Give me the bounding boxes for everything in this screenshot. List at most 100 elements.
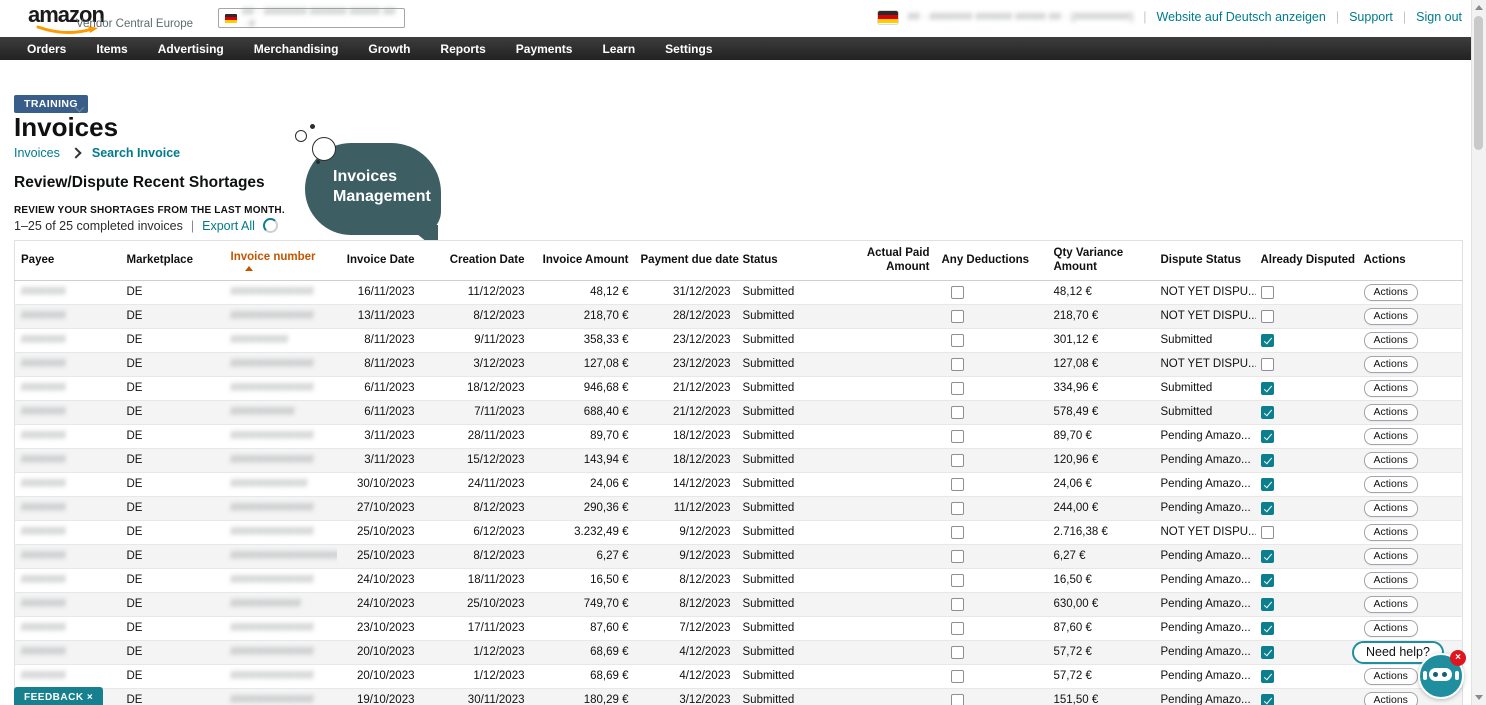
already-disputed-checkbox[interactable] <box>1261 574 1274 587</box>
feedback-button[interactable]: FEEDBACK × <box>14 687 103 705</box>
any-deductions-checkbox[interactable] <box>951 502 964 515</box>
any-deductions-checkbox[interactable] <box>951 406 964 419</box>
any-deductions-checkbox[interactable] <box>951 358 964 371</box>
payment-due-date-cell: 18/12/2023 <box>635 424 737 448</box>
col-any-deductions[interactable]: Any Deductions <box>936 241 1049 281</box>
already-disputed-checkbox[interactable] <box>1261 358 1274 371</box>
col-payment-due-date[interactable]: Payment due date <box>635 241 737 281</box>
sort-ascending-icon <box>245 266 253 271</box>
actual-paid-cell <box>861 448 936 472</box>
row-actions-button[interactable]: Actions <box>1364 428 1418 445</box>
any-deductions-checkbox[interactable] <box>951 310 964 323</box>
col-marketplace[interactable]: Marketplace <box>121 241 225 281</box>
invoice-amount-cell: 68,69 € <box>531 664 635 688</box>
col-payee[interactable]: Payee <box>15 241 121 281</box>
nav-reports[interactable]: Reports <box>425 42 500 56</box>
row-actions-button[interactable]: Actions <box>1364 308 1418 325</box>
any-deductions-checkbox[interactable] <box>951 598 964 611</box>
any-deductions-checkbox[interactable] <box>951 382 964 395</box>
row-actions-button[interactable]: Actions <box>1364 548 1418 565</box>
training-chevron-icon[interactable] <box>76 98 83 105</box>
col-qty-variance-amount[interactable]: Qty Variance Amount <box>1049 241 1156 281</box>
already-disputed-checkbox[interactable] <box>1261 622 1274 635</box>
already-disputed-checkbox[interactable] <box>1261 670 1274 683</box>
row-actions-button[interactable]: Actions <box>1364 500 1418 517</box>
already-disputed-checkbox[interactable] <box>1261 454 1274 467</box>
row-actions-button[interactable]: Actions <box>1364 404 1418 421</box>
already-disputed-checkbox[interactable] <box>1261 430 1274 443</box>
row-actions-button[interactable]: Actions <box>1364 476 1418 493</box>
row-actions-button[interactable]: Actions <box>1364 596 1418 613</box>
nav-advertising[interactable]: Advertising <box>143 42 239 56</box>
already-disputed-checkbox[interactable] <box>1261 550 1274 563</box>
export-all-link[interactable]: Export All <box>202 219 255 233</box>
col-invoice-date[interactable]: Invoice Date <box>337 241 421 281</box>
account-selector[interactable]: ## · ####### ###### ##### ## · # <box>218 8 405 28</box>
col-actions[interactable]: Actions <box>1356 241 1463 281</box>
row-actions-button[interactable]: Actions <box>1364 356 1418 373</box>
row-actions-button[interactable]: Actions <box>1364 284 1418 301</box>
row-actions-button[interactable]: Actions <box>1364 332 1418 349</box>
col-already-disputed[interactable]: Already Disputed <box>1256 241 1356 281</box>
breadcrumb-search-invoice[interactable]: Search Invoice <box>92 146 180 160</box>
col-status[interactable]: Status <box>737 241 861 281</box>
col-actual-paid-amount[interactable]: Actual Paid Amount <box>861 241 936 281</box>
already-disputed-checkbox[interactable] <box>1261 286 1274 299</box>
nav-items[interactable]: Items <box>81 42 142 56</box>
row-actions-button[interactable]: Actions <box>1364 380 1418 397</box>
already-disputed-checkbox[interactable] <box>1261 502 1274 515</box>
row-actions-button[interactable]: Actions <box>1364 452 1418 469</box>
col-invoice-number[interactable]: Invoice number <box>225 241 337 281</box>
any-deductions-checkbox[interactable] <box>951 550 964 563</box>
language-link[interactable]: Website auf Deutsch anzeigen <box>1157 10 1326 24</box>
dismiss-help-icon[interactable]: × <box>1450 650 1466 666</box>
support-link[interactable]: Support <box>1349 10 1393 24</box>
dispute-status-cell: Submitted <box>1156 376 1256 400</box>
invoice-amount-cell: 24,06 € <box>531 472 635 496</box>
row-actions-button[interactable]: Actions <box>1364 572 1418 589</box>
scroll-up-icon[interactable] <box>1475 5 1483 10</box>
row-actions-button[interactable]: Actions <box>1364 524 1418 541</box>
any-deductions-checkbox[interactable] <box>951 454 964 467</box>
table-row: ####### DE ############# 13/11/2023 8/12… <box>15 304 1463 328</box>
nav-settings[interactable]: Settings <box>650 42 727 56</box>
col-invoice-amount[interactable]: Invoice Amount <box>531 241 635 281</box>
already-disputed-checkbox[interactable] <box>1261 526 1274 539</box>
any-deductions-checkbox[interactable] <box>951 670 964 683</box>
already-disputed-checkbox[interactable] <box>1261 598 1274 611</box>
nav-learn[interactable]: Learn <box>587 42 650 56</box>
row-actions-button[interactable]: Actions <box>1364 668 1418 685</box>
any-deductions-checkbox[interactable] <box>951 430 964 443</box>
actual-paid-cell <box>861 280 936 304</box>
col-creation-date[interactable]: Creation Date <box>421 241 531 281</box>
row-actions-button[interactable]: Actions <box>1364 620 1418 637</box>
already-disputed-checkbox[interactable] <box>1261 310 1274 323</box>
row-actions-button[interactable]: Actions <box>1364 692 1418 705</box>
any-deductions-checkbox[interactable] <box>951 622 964 635</box>
page-scrollbar[interactable] <box>1471 0 1486 705</box>
nav-orders[interactable]: Orders <box>12 42 81 56</box>
any-deductions-checkbox[interactable] <box>951 646 964 659</box>
amazon-logo[interactable]: amazon Vendor Central Europe <box>28 4 228 36</box>
breadcrumb-invoices[interactable]: Invoices <box>14 146 60 160</box>
already-disputed-checkbox[interactable] <box>1261 382 1274 395</box>
already-disputed-checkbox[interactable] <box>1261 646 1274 659</box>
already-disputed-checkbox[interactable] <box>1261 694 1274 705</box>
any-deductions-checkbox[interactable] <box>951 478 964 491</box>
already-disputed-checkbox[interactable] <box>1261 478 1274 491</box>
scrollbar-thumb[interactable] <box>1474 16 1483 150</box>
nav-merchandising[interactable]: Merchandising <box>239 42 354 56</box>
any-deductions-checkbox[interactable] <box>951 286 964 299</box>
any-deductions-checkbox[interactable] <box>951 526 964 539</box>
already-disputed-checkbox[interactable] <box>1261 406 1274 419</box>
nav-growth[interactable]: Growth <box>353 42 425 56</box>
any-deductions-checkbox[interactable] <box>951 574 964 587</box>
nav-payments[interactable]: Payments <box>501 42 588 56</box>
scroll-down-icon[interactable] <box>1475 695 1483 700</box>
signout-link[interactable]: Sign out <box>1416 10 1462 24</box>
invoice-date-cell: 16/11/2023 <box>337 280 421 304</box>
col-dispute-status[interactable]: Dispute Status <box>1156 241 1256 281</box>
already-disputed-checkbox[interactable] <box>1261 334 1274 347</box>
any-deductions-checkbox[interactable] <box>951 334 964 347</box>
any-deductions-checkbox[interactable] <box>951 694 964 705</box>
